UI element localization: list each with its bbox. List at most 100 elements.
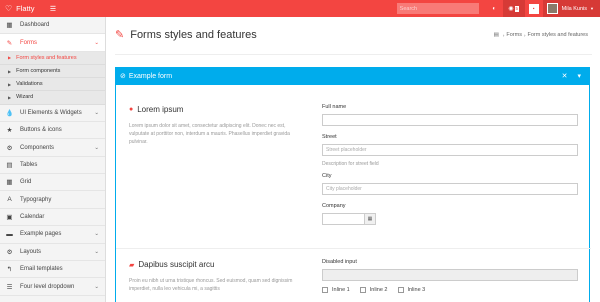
sidebar-subitem-label: Validations: [16, 81, 43, 88]
sidebar-item-label: Components: [20, 144, 55, 151]
section-2-info: ▰ Dapibus suscipit arcu Proin eu nibh ut…: [129, 260, 299, 293]
sidebar-subitem-form-styles[interactable]: ▶ Form styles and features: [0, 51, 105, 65]
brand-name: Flatty: [16, 4, 35, 13]
checkbox-box[interactable]: [359, 287, 366, 293]
section-description: Lorem ipsum dolor sit amet, consectetur …: [129, 123, 290, 145]
sidebar-item-forms[interactable]: ✎ Forms ⌄: [0, 34, 105, 52]
github-icon: ●: [129, 106, 134, 113]
home-icon[interactable]: ▤: [494, 32, 499, 38]
field-help: Description for street field: [322, 161, 379, 167]
caret-right-icon: ▶: [8, 68, 12, 74]
sidebar-subitem-label: Form styles and features: [16, 54, 77, 61]
disabled-input: [322, 269, 578, 281]
list-icon: ☰: [6, 283, 13, 291]
breadcrumb-separator: ›: [523, 32, 526, 38]
heart-icon: ♡: [5, 3, 13, 13]
top-navbar: ♡ Flatty ☰ ◐ ◉5 ▪ Mila Kunis ▼: [0, 0, 600, 17]
calendar-icon[interactable]: ▦: [364, 213, 376, 225]
full-name-input[interactable]: [322, 114, 578, 126]
field-label: Street: [322, 134, 337, 140]
field-label: Disabled input: [322, 259, 357, 265]
sidebar-item-buttons-icons[interactable]: ★ Buttons & icons: [0, 122, 105, 140]
company-input[interactable]: [322, 213, 364, 225]
section-title-text: Lorem ipsum: [137, 105, 184, 114]
breadcrumb-current: Form styles and features: [527, 32, 588, 38]
search-input[interactable]: [396, 3, 479, 14]
sidebar-item-example-pages[interactable]: ▬ Example pages ⌄: [0, 226, 105, 244]
breadcrumb: ▤ › Forms › Form styles and features: [494, 32, 588, 38]
city-input[interactable]: [322, 183, 578, 195]
close-icon[interactable]: ▾: [577, 72, 581, 80]
sidebar-item-grid[interactable]: ▦ Grid: [0, 174, 105, 192]
field-label: Company: [322, 203, 346, 209]
sidebar: ▦ Dashboard ✎ Forms ⌄ ▶ Form styles and …: [0, 17, 106, 302]
sidebar-item-ui-elements-widgets[interactable]: 💧 UI Elements & Widgets ⌄: [0, 105, 105, 122]
chevron-down-icon: ⌄: [94, 109, 99, 116]
checkbox-label: Inline 2: [369, 287, 388, 293]
disabled-field: Disabled input: [322, 259, 578, 281]
company-input-group: ▦: [322, 213, 578, 225]
checkbox-inline-2[interactable]: Inline 2: [359, 287, 388, 293]
chevron-down-icon: ⌄: [94, 231, 99, 238]
checkbox-inline-3[interactable]: Inline 3: [397, 287, 426, 293]
user-menu[interactable]: Mila Kunis ▼: [542, 0, 600, 17]
chevron-down-icon: ⌄: [94, 39, 99, 46]
collapse-icon[interactable]: ✕: [562, 72, 568, 80]
main-content: ✎ Forms styles and features ▤ › Forms › …: [107, 17, 600, 302]
top-right-controls: ◐ ◉5 ▪ Mila Kunis ▼: [396, 0, 600, 17]
sidebar-item-label: Buttons & icons: [20, 127, 62, 134]
star-icon: ★: [6, 127, 13, 135]
sidebar-item-typography[interactable]: A Typography: [0, 191, 105, 209]
box-tools: ✕ ▾: [562, 72, 581, 80]
breadcrumb-forms[interactable]: Forms: [506, 32, 522, 38]
sidebar-item-four-level-dropdown[interactable]: ☰ Four level dropdown ⌄: [0, 278, 105, 296]
rss-icon: ◉: [508, 6, 514, 12]
section-divider: [116, 248, 591, 249]
rss-badge: 5: [514, 5, 520, 12]
checkbox-label: Inline 3: [407, 287, 426, 293]
divider: [115, 54, 592, 55]
brand-logo[interactable]: ♡ Flatty: [0, 0, 46, 17]
tasks-icon[interactable]: ▪: [528, 3, 539, 14]
caret-down-icon: ▼: [590, 6, 594, 11]
sidebar-item-calendar[interactable]: ▣ Calendar: [0, 209, 105, 227]
rss-button[interactable]: ◉ 5: [502, 0, 525, 17]
sidebar-item-layouts[interactable]: ⚙ Layouts ⌄: [0, 244, 105, 262]
full-name-field: Full name: [322, 104, 578, 126]
field-label: City: [322, 173, 332, 179]
section-1-info: ● Lorem ipsum Lorem ipsum dolor sit amet…: [129, 105, 299, 146]
sidebar-subitem-form-components[interactable]: ▶ Form components: [0, 64, 105, 79]
city-field: City: [322, 173, 578, 195]
sidebar-item-label: Layouts: [20, 248, 42, 255]
avatar: [546, 3, 558, 14]
street-input[interactable]: [322, 144, 578, 156]
table-icon: ▤: [6, 161, 13, 169]
section-1-fields: Full name Street Description for street …: [322, 104, 578, 233]
user-name: Mila Kunis: [561, 5, 588, 12]
page-title-text: Forms styles and features: [130, 28, 257, 41]
sidebar-item-label: Typography: [20, 196, 52, 203]
sidebar-item-dashboard[interactable]: ▦ Dashboard: [0, 17, 105, 35]
sidebar-item-tables[interactable]: ▤ Tables: [0, 157, 105, 175]
caret-right-icon: ▶: [8, 94, 12, 100]
menu-toggle-icon[interactable]: ☰: [46, 0, 60, 17]
chevron-down-icon: ⌄: [94, 144, 99, 151]
section-title-text: Dapibus suscipit arcu: [138, 260, 215, 269]
checkbox-box[interactable]: [322, 287, 328, 293]
checkbox-inline-1[interactable]: Inline 1: [322, 287, 350, 293]
section-title: ● Lorem ipsum: [129, 105, 299, 114]
caret-right-icon: ▶: [8, 55, 12, 61]
checkbox-box[interactable]: [397, 287, 404, 293]
section-description: Proin eu nibh ut urna tristique rhoncus.…: [129, 278, 293, 292]
example-form-box: ⊘ Example form ✕ ▾ ● Lorem ipsum Lorem i…: [115, 67, 591, 302]
contrast-icon[interactable]: ◐: [486, 0, 503, 17]
typography-icon: A: [7, 196, 12, 204]
sidebar-item-label: Grid: [20, 179, 32, 186]
street-field: Street Description for street field: [322, 134, 578, 167]
sidebar-subitem-validations[interactable]: ▶ Validations: [0, 78, 105, 92]
box-title: Example form: [128, 72, 173, 80]
sidebar-subitem-wizard[interactable]: ▶ Wizard: [0, 91, 105, 105]
chevron-down-icon: ⌄: [94, 283, 99, 290]
sidebar-item-email-templates[interactable]: ↰ Email templates: [0, 261, 105, 279]
sidebar-item-components[interactable]: ⚙ Components ⌄: [0, 139, 105, 157]
